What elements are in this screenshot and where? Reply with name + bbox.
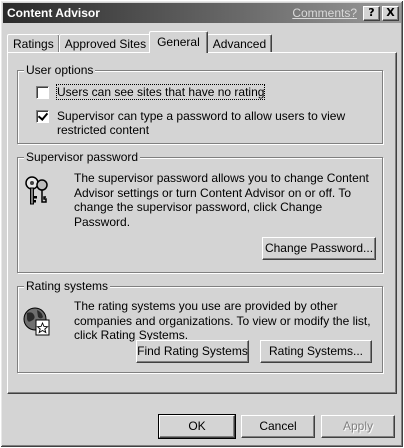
tab-advanced[interactable]: Advanced — [206, 34, 273, 53]
tab-approved-sites[interactable]: Approved Sites — [58, 34, 153, 53]
find-rating-systems-button[interactable]: Find Rating Systems — [136, 340, 249, 363]
apply-button[interactable]: Apply — [321, 415, 395, 438]
rating-systems-button[interactable]: Rating Systems... — [260, 340, 372, 363]
ok-button[interactable]: OK — [158, 414, 236, 439]
tab-strip: Ratings Approved Sites General Advanced — [7, 31, 273, 53]
cancel-button[interactable]: Cancel — [241, 415, 315, 438]
supervisor-password-description: The supervisor password allows you to ch… — [74, 171, 369, 229]
window-title: Content Advisor — [7, 6, 100, 20]
supervisor-password-group: Supervisor password The supervisor passw… — [17, 150, 383, 273]
user-options-group: User options Users can see sites that ha… — [17, 63, 383, 144]
keys-icon — [22, 174, 52, 205]
supervisor-password-legend: Supervisor password — [24, 150, 141, 164]
close-button[interactable]: X — [382, 5, 399, 21]
title-bar[interactable]: Content Advisor Comments? ? X — [3, 3, 401, 23]
supervisor-password-checkbox[interactable] — [36, 110, 49, 123]
comments-link[interactable]: Comments? — [292, 6, 357, 20]
user-options-legend: User options — [24, 63, 96, 77]
rating-systems-group: Rating systems The rating systems you us… — [17, 279, 383, 373]
globe-certificate-icon — [22, 305, 52, 336]
help-button[interactable]: ? — [363, 5, 380, 21]
rating-systems-legend: Rating systems — [24, 279, 111, 293]
supervisor-password-label: Supervisor can type a password to allow … — [57, 109, 346, 137]
content-advisor-window: Content Advisor Comments? ? X Ratings Ap… — [0, 0, 404, 448]
rating-systems-description: The rating systems you use are provided … — [74, 299, 371, 342]
tab-general[interactable]: General — [149, 31, 208, 53]
tab-ratings[interactable]: Ratings — [7, 34, 60, 53]
no-rating-label: Users can see sites that have no rating — [55, 84, 266, 100]
no-rating-option[interactable]: Users can see sites that have no rating — [36, 84, 266, 100]
supervisor-password-option[interactable]: Supervisor can type a password to allow … — [36, 109, 347, 137]
change-password-button[interactable]: Change Password... — [262, 237, 376, 260]
no-rating-checkbox[interactable] — [36, 86, 49, 99]
